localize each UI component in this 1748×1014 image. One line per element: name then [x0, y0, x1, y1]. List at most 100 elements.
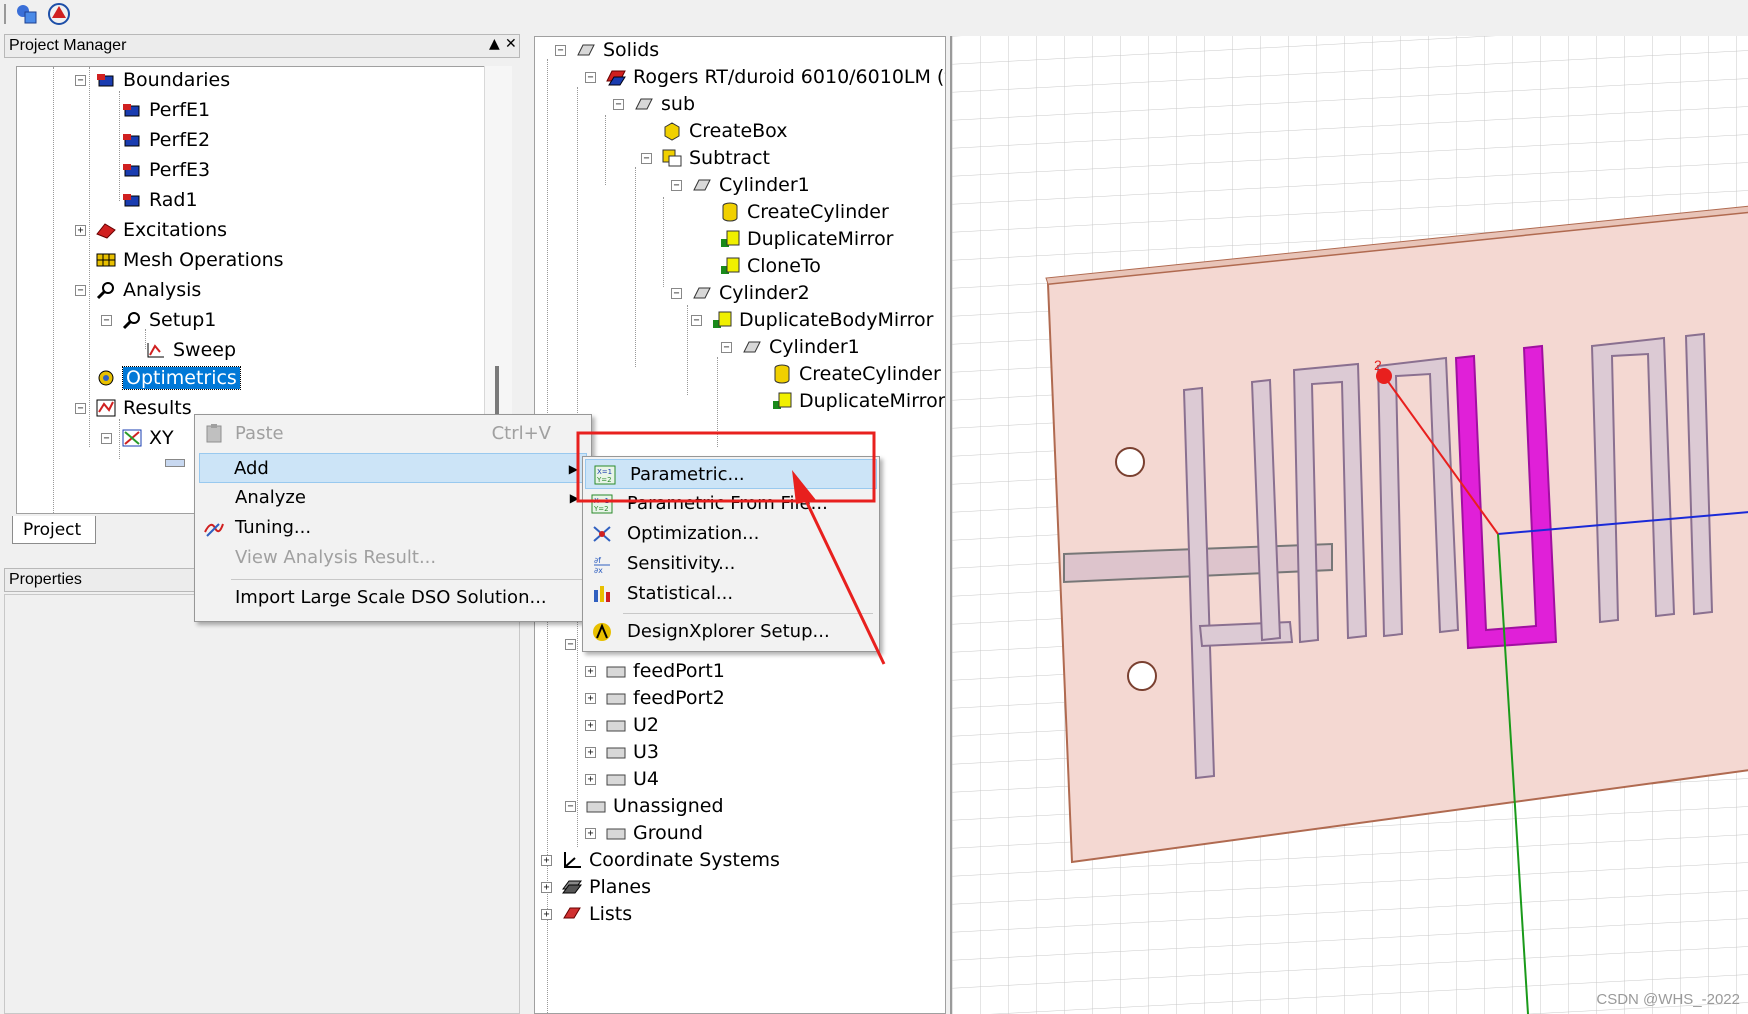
mirror-icon — [713, 311, 732, 328]
submenu-item-statistical[interactable]: Statistical... — [583, 579, 879, 609]
model-tree-item[interactable]: CloneTo — [699, 253, 821, 279]
via-hole[interactable] — [1127, 661, 1157, 691]
model-tree-item[interactable]: − sub — [613, 91, 695, 117]
menu-item-analyze[interactable]: Analyze ▶ — [195, 483, 591, 513]
model-tree-item[interactable]: − Cylinder1 — [671, 172, 810, 198]
menu-item-add[interactable]: Add ▶ — [199, 453, 587, 483]
collapse-icon[interactable]: − — [75, 75, 86, 86]
collapse-icon[interactable]: − — [585, 72, 596, 83]
solid-icon — [743, 341, 761, 353]
model-tree-item[interactable]: + U2 — [585, 712, 659, 738]
menu-item-paste[interactable]: Paste Ctrl+V — [195, 419, 591, 449]
properties-title: Properties — [9, 571, 82, 588]
model-tree-item[interactable]: − Solids — [555, 37, 659, 63]
submenu-item-designxplorer[interactable]: DesignXplorer Setup... — [583, 617, 879, 647]
menu-item-view-analysis-result[interactable]: View Analysis Result... — [195, 543, 591, 573]
model-tree-item[interactable]: + U4 — [585, 766, 659, 792]
tree-item-excitations[interactable]: + Excitations — [75, 217, 227, 243]
model-tree-item[interactable]: − Cylinder1 — [721, 334, 860, 360]
menu-separator — [623, 613, 873, 614]
submenu-item-sensitivity[interactable]: ∂f ∂x Sensitivity... — [583, 549, 879, 579]
tree-line — [53, 67, 54, 513]
marker-label: 2 — [1374, 357, 1382, 373]
context-menu[interactable]: Paste Ctrl+V Add ▶ Analyze ▶ Tuning... V… — [194, 414, 592, 622]
tree-item-perfe2[interactable]: PerfE2 — [121, 127, 210, 153]
collapse-icon[interactable]: − — [671, 180, 682, 191]
model-tree-item[interactable]: DuplicateMirror — [751, 388, 945, 414]
collapse-icon[interactable]: − — [565, 801, 576, 812]
close-button[interactable]: ✕ — [505, 36, 517, 52]
expand-icon[interactable]: + — [585, 666, 596, 677]
collapse-icon[interactable]: − — [565, 639, 576, 650]
optimization-icon — [593, 526, 611, 542]
expand-icon[interactable]: + — [585, 693, 596, 704]
expand-icon[interactable]: + — [585, 828, 596, 839]
tree-item-optimetrics[interactable]: Optimetrics — [95, 365, 241, 391]
model-tree-item[interactable]: DuplicateMirror — [699, 226, 894, 252]
model-tree-item[interactable]: + feedPort1 — [585, 658, 725, 684]
shapes-icon[interactable] — [14, 2, 40, 26]
model-canvas[interactable]: 2 — [952, 36, 1748, 1014]
project-manager-title: Project Manager — [9, 37, 127, 54]
solid-icon — [577, 44, 595, 56]
via-hole[interactable] — [1115, 447, 1145, 477]
collapse-icon[interactable]: − — [691, 315, 702, 326]
model-tree-item[interactable]: CreateCylinder — [751, 361, 941, 387]
model-tree-item[interactable]: + Ground — [585, 820, 703, 846]
tree-item-sweep[interactable]: Sweep — [145, 337, 236, 363]
svg-text:∂f: ∂f — [594, 556, 601, 565]
submenu-arrow-icon: ▶ — [568, 462, 578, 476]
perfe-icon — [123, 134, 140, 147]
tree-item-mesh-operations[interactable]: Mesh Operations — [95, 247, 284, 273]
submenu-item-parametric[interactable]: X=1 Y=2 Parametric... — [585, 459, 877, 489]
model-tree-item[interactable]: + feedPort2 — [585, 685, 725, 711]
model-tree-item[interactable]: − Rogers RT/duroid 6010/6010LM (tm — [585, 64, 945, 90]
collapse-icon[interactable]: − — [101, 315, 112, 326]
expand-icon[interactable]: + — [585, 720, 596, 731]
model-tree-item[interactable]: + Planes — [541, 874, 651, 900]
submenu-item-parametric-from-file[interactable]: X=1 Y=2 Parametric From File... — [583, 489, 879, 519]
collapse-icon[interactable]: − — [721, 342, 732, 353]
radiation-boundary-icon — [123, 194, 140, 207]
expand-icon[interactable]: + — [541, 909, 552, 920]
menu-item-tuning[interactable]: Tuning... — [195, 513, 591, 543]
pin-button[interactable]: ▲ — [489, 36, 500, 52]
model-tree-item[interactable]: + Lists — [541, 901, 632, 927]
tree-item-setup1[interactable]: − Setup1 — [101, 307, 216, 333]
tree-item-rad1[interactable]: Rad1 — [121, 187, 198, 213]
model-tree-item[interactable]: CreateCylinder — [699, 199, 889, 225]
collapse-icon[interactable]: − — [641, 153, 652, 164]
expand-icon[interactable]: + — [585, 774, 596, 785]
tab-project[interactable]: Project — [12, 516, 96, 544]
expand-icon[interactable]: + — [541, 882, 552, 893]
tree-item-perfe3[interactable]: PerfE3 — [121, 157, 210, 183]
menu-item-import-dso[interactable]: Import Large Scale DSO Solution... — [195, 583, 591, 613]
model-tree-item[interactable]: − Subtract — [641, 145, 770, 171]
tree-item-xy[interactable]: − XY — [101, 425, 174, 451]
collapse-icon[interactable]: − — [555, 45, 566, 56]
add-submenu[interactable]: X=1 Y=2 Parametric... X=1 Y=2 Parametric F… — [582, 456, 880, 652]
collapse-icon[interactable]: − — [613, 99, 624, 110]
expand-icon[interactable]: + — [541, 855, 552, 866]
model-tree-item[interactable]: − DuplicateBodyMirror — [691, 307, 933, 333]
tuning-icon — [204, 523, 224, 537]
collapse-icon[interactable]: − — [75, 285, 86, 296]
collapse-icon[interactable]: − — [75, 403, 86, 414]
tree-item-analysis[interactable]: − Analysis — [75, 277, 201, 303]
3d-viewport[interactable]: 2 — [950, 36, 1748, 1014]
model-tree-item[interactable]: CreateBox — [641, 118, 787, 144]
perfe-icon — [123, 164, 140, 177]
expand-icon[interactable]: + — [585, 747, 596, 758]
tree-item-results[interactable]: − Results — [75, 395, 192, 421]
tree-item-perfe1[interactable]: PerfE1 — [121, 97, 210, 123]
model-tree-item[interactable]: + Coordinate Systems — [541, 847, 780, 873]
model-tree-item[interactable]: − Cylinder2 — [671, 280, 810, 306]
collapse-icon[interactable]: − — [101, 433, 112, 444]
model-tree-item[interactable]: − Unassigned — [565, 793, 724, 819]
model-tree-item[interactable]: + U3 — [585, 739, 659, 765]
tree-item-boundaries[interactable]: − Boundaries — [75, 67, 230, 93]
expand-icon[interactable]: + — [75, 225, 86, 236]
submenu-item-optimization[interactable]: Optimization... — [583, 519, 879, 549]
hfss-logo-icon[interactable] — [46, 2, 72, 26]
collapse-icon[interactable]: − — [671, 288, 682, 299]
